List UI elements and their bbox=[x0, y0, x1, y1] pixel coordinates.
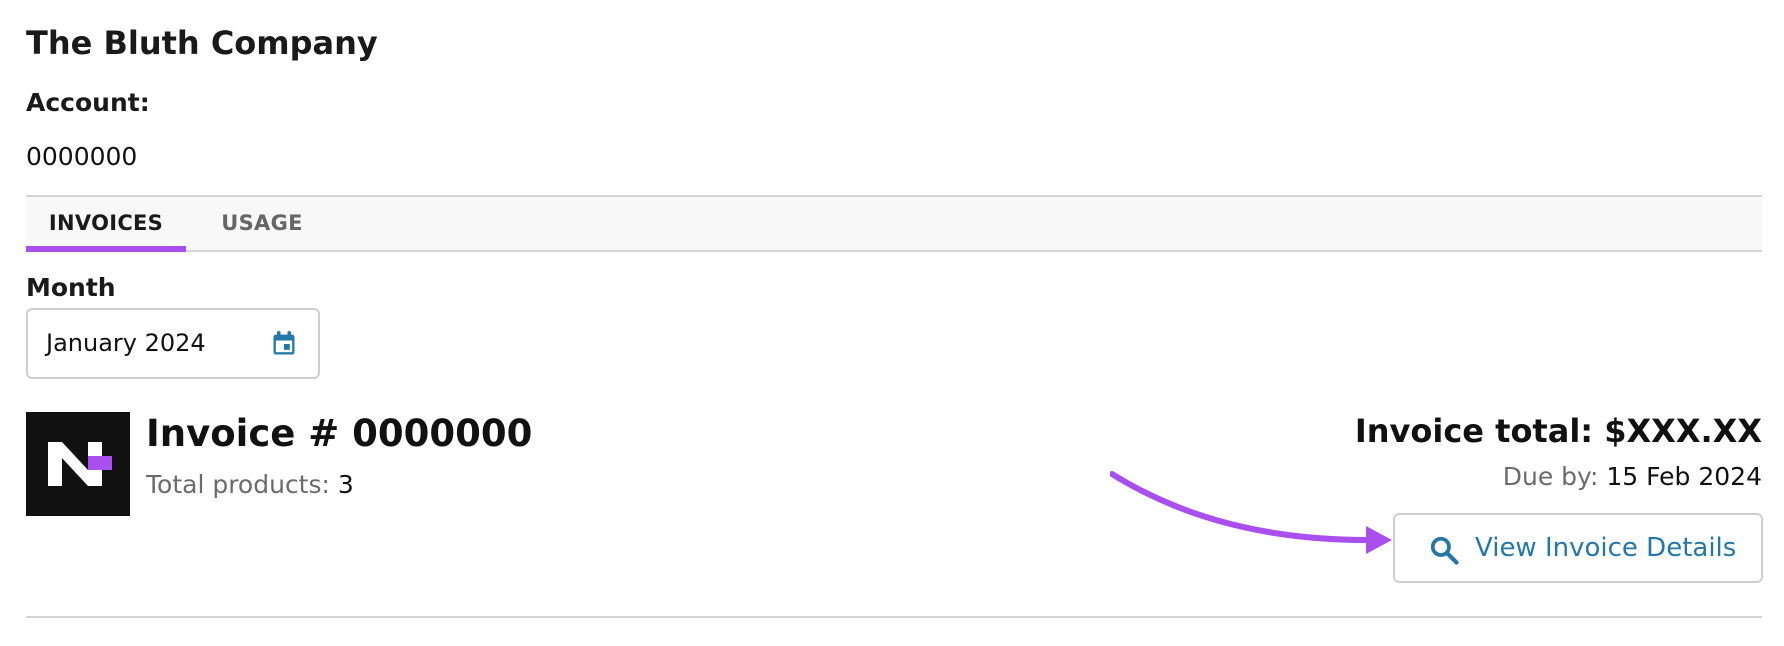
invoice-number: Invoice # 0000000 bbox=[146, 412, 533, 455]
divider bbox=[26, 616, 1762, 618]
tab-bar: INVOICES USAGE bbox=[26, 195, 1762, 252]
total-products-label: Total products: bbox=[146, 470, 330, 499]
due-date: Due by: 15 Feb 2024 bbox=[1503, 462, 1762, 491]
view-invoice-details-label: View Invoice Details bbox=[1475, 533, 1737, 563]
tab-invoices[interactable]: INVOICES bbox=[26, 197, 186, 252]
annotation-arrow-icon bbox=[1110, 471, 1392, 554]
due-value: 15 Feb 2024 bbox=[1606, 462, 1762, 491]
month-picker[interactable]: January 2024 bbox=[26, 308, 320, 379]
invoice-total: Invoice total: $XXX.XX bbox=[1354, 412, 1762, 450]
view-invoice-details-button[interactable]: View Invoice Details bbox=[1393, 513, 1763, 583]
account-number: 0000000 bbox=[26, 142, 138, 171]
due-label: Due by: bbox=[1502, 462, 1599, 491]
month-label: Month bbox=[26, 273, 116, 302]
company-logo bbox=[26, 412, 130, 516]
total-products-value: 3 bbox=[337, 470, 354, 499]
search-icon bbox=[1430, 536, 1459, 565]
calendar-icon[interactable] bbox=[270, 330, 298, 358]
tab-usage[interactable]: USAGE bbox=[202, 197, 322, 252]
company-name: The Bluth Company bbox=[26, 24, 378, 62]
month-value: January 2024 bbox=[46, 329, 206, 357]
n-logo-icon bbox=[26, 412, 130, 516]
account-label: Account: bbox=[26, 88, 150, 117]
total-products: Total products: 3 bbox=[146, 470, 354, 499]
